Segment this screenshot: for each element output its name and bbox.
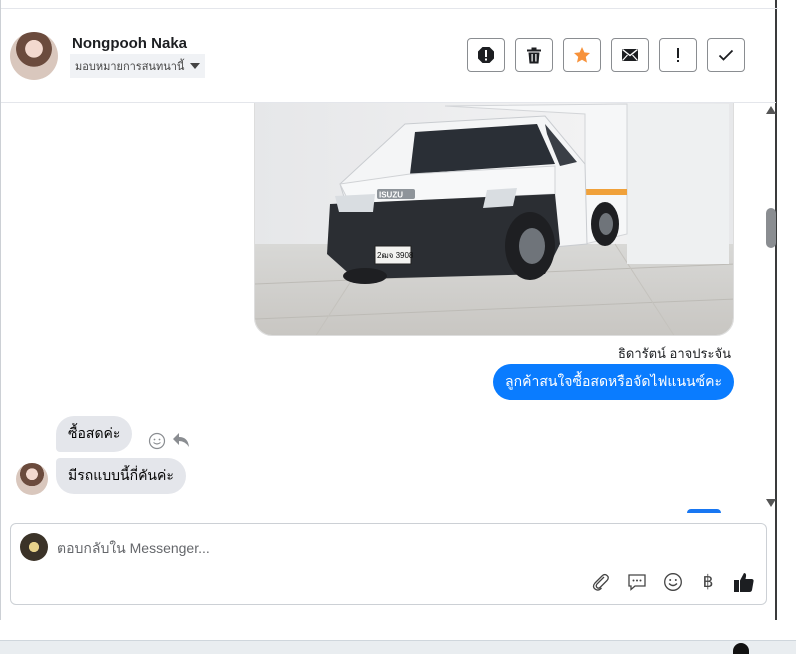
star-icon: [574, 47, 590, 63]
reply-arrow-icon[interactable]: [172, 432, 190, 453]
checkmark-icon: [718, 49, 734, 61]
sender-name: ธิดารัตน์ อาจประจัน: [617, 346, 731, 361]
license-plate: 2ฒจ 3908: [377, 251, 414, 260]
scroll-down-arrow[interactable]: [766, 499, 776, 507]
payment-icon: ฿: [702, 572, 714, 591]
contact-name[interactable]: Nongpooh Naka: [72, 35, 187, 52]
assign-conversation-dropdown[interactable]: มอบหมายการสนทนานี้: [70, 54, 206, 78]
shared-vehicle-photo[interactable]: ISUZU 2ฒจ 3908: [254, 103, 734, 336]
follow-up-button[interactable]: [659, 38, 697, 72]
assign-label: มอบหมายการสนทนานี้: [75, 61, 185, 73]
envelope-icon: [622, 48, 638, 61]
truck-image: ISUZU 2ฒจ 3908: [255, 103, 733, 335]
caret-down-icon: [190, 63, 201, 69]
taskbar-element: [733, 643, 749, 654]
next-message-preview: [687, 509, 721, 513]
delete-button[interactable]: [515, 38, 553, 72]
incoming-message[interactable]: ซื้อสดค่ะ: [56, 416, 133, 452]
exclamation-octagon-icon: [478, 47, 494, 63]
message-thread: ISUZU 2ฒจ 3908 ธิดารัตน์ อาจประจัน ลูกค้…: [1, 103, 763, 513]
brand-badge: ISUZU: [379, 191, 403, 200]
trash-icon: [527, 47, 541, 63]
mark-unread-button[interactable]: [611, 38, 649, 72]
reply-composer: ฿: [10, 523, 767, 605]
saved-replies-button[interactable]: [625, 570, 649, 594]
paperclip-icon: [592, 573, 609, 591]
outgoing-message[interactable]: ลูกค้าสนใจซื้อสดหรือจัดไฟแนนซ์คะ: [493, 364, 734, 400]
thumbs-up-icon: [734, 573, 754, 592]
inbox-window: Nongpooh Naka มอบหมายการสนทนานี้ ISUZU 2…: [0, 0, 778, 620]
page-avatar: [20, 533, 48, 561]
smiley-react-icon[interactable]: [148, 432, 166, 455]
conversation-header: Nongpooh Naka มอบหมายการสนทนานี้: [1, 10, 776, 103]
scrollbar-thumb[interactable]: [766, 208, 776, 248]
contact-avatar[interactable]: [10, 32, 58, 80]
emoji-icon: [664, 573, 682, 591]
exclamation-icon: [677, 48, 679, 62]
reply-input[interactable]: [55, 534, 739, 562]
payment-button[interactable]: ฿: [696, 570, 720, 594]
top-divider: [1, 8, 778, 9]
attach-button[interactable]: [589, 570, 613, 594]
emoji-button[interactable]: [661, 570, 685, 594]
incoming-message[interactable]: มีรถแบบนี้กี่คันค่ะ: [56, 458, 186, 494]
saved-reply-icon: [628, 574, 646, 591]
star-button[interactable]: [563, 38, 601, 72]
mark-spam-button[interactable]: [467, 38, 505, 72]
taskbar-strip: [0, 640, 796, 654]
like-button[interactable]: [732, 570, 756, 594]
scroll-up-arrow[interactable]: [766, 106, 776, 114]
contact-avatar-small: [16, 463, 48, 495]
mark-done-button[interactable]: [707, 38, 745, 72]
